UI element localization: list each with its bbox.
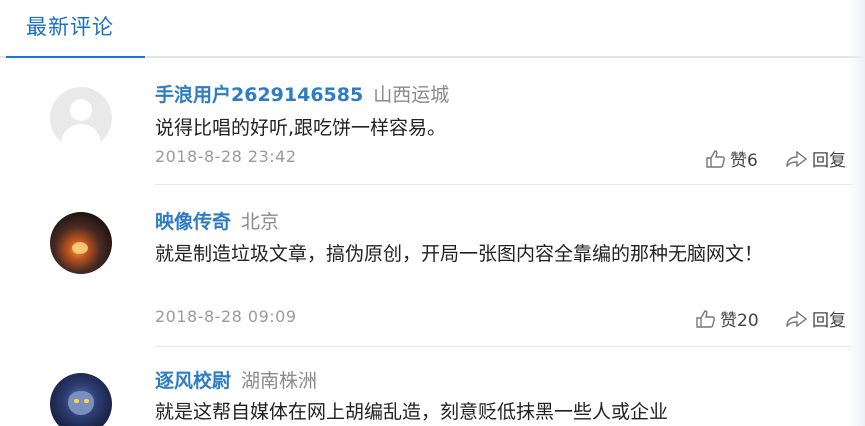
comment-author: 映像传奇 北京 [155,207,279,234]
like-button[interactable]: 赞20 [696,306,759,333]
comment-time: 2018-8-28 23:42 [155,147,297,166]
avatar[interactable] [50,212,112,274]
comment-text: 就是这帮自媒体在网上胡编乱造，刻意贬低抹黑一些人或企业 [155,401,669,423]
comment-text: 说得比唱的好听,跟吃饼一样容易。 [155,117,447,139]
edge-shadow [847,0,865,426]
thumbs-up-icon [696,309,716,333]
like-count: 赞20 [720,311,759,331]
comment-time: 2018-8-28 09:09 [155,307,297,326]
user-location: 山西运城 [373,84,450,106]
avatar[interactable] [50,373,112,426]
comment-divider [155,184,852,185]
avatar[interactable] [50,87,112,149]
reply-arrow-icon [786,310,808,332]
user-location: 湖南株洲 [241,370,318,392]
thumbs-up-icon [706,149,726,173]
reply-label: 回复 [812,151,846,171]
comment-divider [155,346,852,347]
reply-button[interactable]: 回复 [786,306,846,332]
section-title: 最新评论 [26,15,114,39]
user-location: 北京 [241,211,280,233]
reply-label: 回复 [812,311,846,331]
user-name[interactable]: 逐风校尉 [155,370,231,392]
user-name[interactable]: 手浪用户2629146585 [155,84,363,106]
active-tab-underline [6,56,145,58]
like-button[interactable]: 赞6 [706,146,758,173]
comment-author: 手浪用户2629146585 山西运城 [155,80,449,107]
comment-text: 就是制造垃圾文章，搞伪原创，开局一张图内容全靠编的那种无脑网文！ [155,243,764,265]
reply-button[interactable]: 回复 [786,146,846,172]
like-count: 赞6 [730,151,758,171]
comment-author: 逐风校尉 湖南株洲 [155,366,317,393]
comments-header: 最新评论 [0,0,865,58]
reply-arrow-icon [786,150,808,172]
user-name[interactable]: 映像传奇 [155,211,231,233]
